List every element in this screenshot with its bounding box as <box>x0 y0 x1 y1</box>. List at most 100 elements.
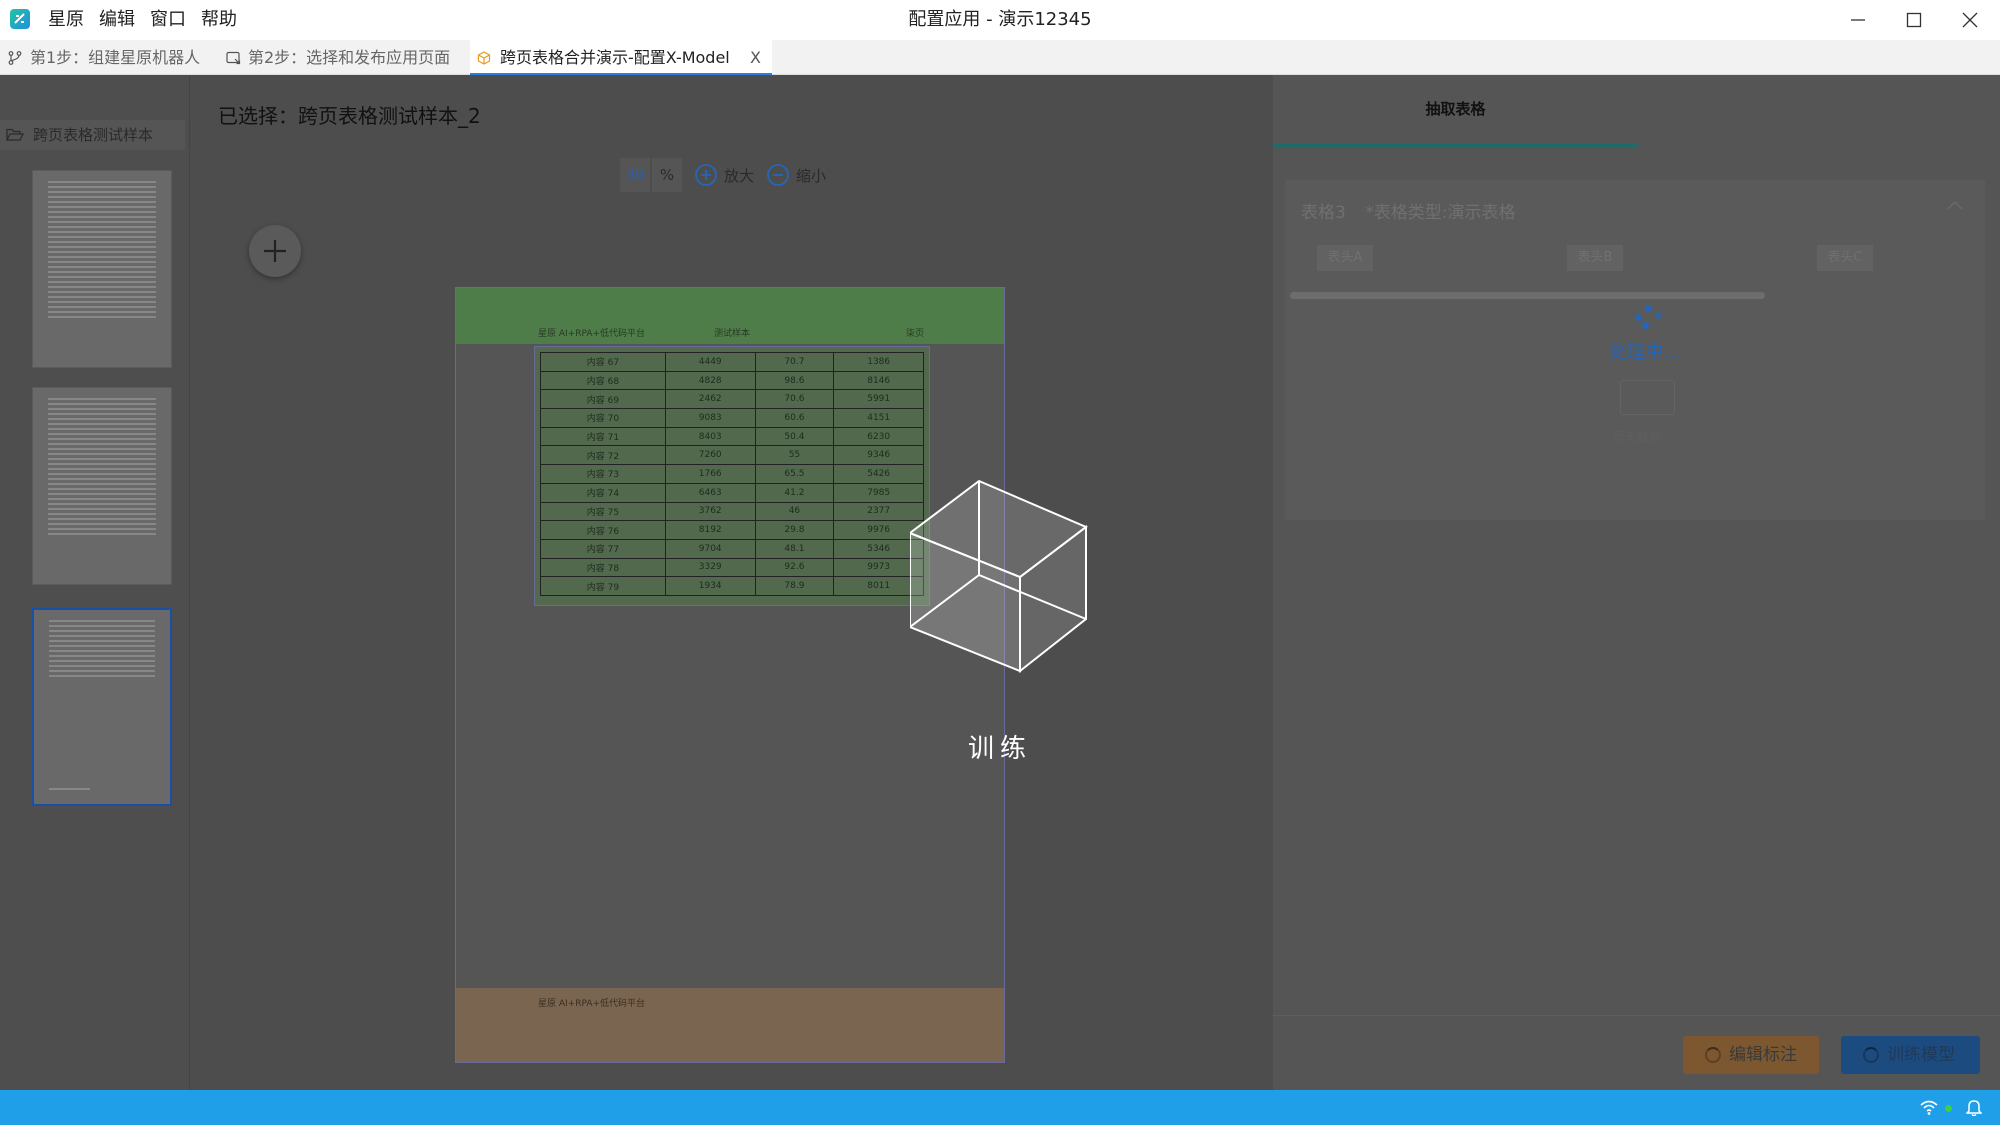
zoom-in-label: 放大 <box>724 166 755 185</box>
status-bar <box>0 1090 2000 1125</box>
bell-icon[interactable] <box>1966 1098 1982 1116</box>
table-cell: 7260 <box>664 445 756 466</box>
training-cube-icon <box>910 479 1088 674</box>
page-thumbnail-selected[interactable] <box>32 608 172 806</box>
table-cell: 41.2 <box>754 482 835 503</box>
table-cell: 内容 75 <box>540 501 666 522</box>
table-cell: 内容 73 <box>540 464 666 484</box>
app-logo-icon <box>10 9 30 29</box>
action-bar: 编辑标注 训练模型 <box>1273 1015 2000 1090</box>
table-cell: 65.5 <box>754 464 835 484</box>
tab-xmodel-config[interactable]: 跨页表格合并演示-配置X-Model X <box>470 40 772 75</box>
table-row: 内容 77 9704 48.1 5346 <box>540 538 924 559</box>
training-overlay-text: 训练 <box>967 734 1032 764</box>
table-row: 内容 75 3762 46 2377 <box>540 501 924 522</box>
table-row: 内容 76 8192 29.8 9976 <box>540 520 924 540</box>
card-title-name: 表格3 <box>1301 203 1346 223</box>
data-table: 内容 67 4449 70.7 1386 内容 68 4828 98.6 8146 内容 69 2… <box>540 352 924 596</box>
table-cell: 4151 <box>833 408 924 428</box>
tab-label: 第1步：组建星原机器人 <box>30 48 201 67</box>
table-cell: 内容 74 <box>540 482 666 503</box>
tab-label: 跨页表格合并演示-配置X-Model <box>500 48 730 67</box>
zoom-out-button[interactable]: 缩小 <box>766 158 826 192</box>
cube-icon <box>477 51 491 65</box>
table-row: 内容 72 7260 55 9346 <box>540 445 924 466</box>
table-row: 内容 78 3329 92.6 9973 <box>540 557 924 578</box>
table-cell: 29.8 <box>754 520 835 540</box>
column-header: 表头A <box>1317 245 1373 271</box>
button-spinner-icon <box>1863 1047 1879 1063</box>
empty-data-icon <box>1620 380 1675 415</box>
edit-annotation-label: 编辑标注 <box>1729 1045 1797 1065</box>
horizontal-scrollbar[interactable] <box>1290 292 1765 299</box>
footer-left-text: 星原 AI+RPA+低代码平台 <box>538 999 646 1009</box>
window-title: 配置应用 - 演示12345 <box>908 9 1092 30</box>
close-icon <box>1962 12 1978 28</box>
card-title: 表格3 *表格类型:演示表格 <box>1301 198 1515 223</box>
table-cell: 48.1 <box>754 538 835 559</box>
edit-annotation-button[interactable]: 编辑标注 <box>1683 1036 1819 1074</box>
table-row: 内容 70 9083 60.6 4151 <box>540 408 924 428</box>
table-row: 内容 67 4449 70.7 1386 <box>540 352 924 372</box>
table-cell: 内容 70 <box>540 408 666 428</box>
menu-item-edit[interactable]: 编辑 <box>99 0 135 40</box>
menu-item-window[interactable]: 窗口 <box>150 0 186 40</box>
table-cell: 内容 68 <box>540 370 666 391</box>
tab-step1[interactable]: 第1步：组建星原机器人 <box>8 40 218 75</box>
table-cell: 9083 <box>664 408 756 428</box>
table-region[interactable]: 内容 67 4449 70.7 1386 内容 68 4828 98.6 8146 内容 69 2… <box>534 346 930 606</box>
table-cell: 70.6 <box>754 389 835 410</box>
page-header-region[interactable]: 星原 AI+RPA+低代码平台 测试样本 柒页 <box>456 288 1004 344</box>
table-cell: 8192 <box>664 520 756 540</box>
zoom-toolbar: 30 % 放大 缩小 <box>620 158 826 192</box>
zoom-in-button[interactable]: 放大 <box>694 158 754 192</box>
empty-data-text: 暂无数据 <box>1613 430 1662 444</box>
plus-icon <box>264 240 286 262</box>
table-row: 内容 69 2462 70.6 5991 <box>540 389 924 410</box>
table-cell: 2462 <box>664 389 756 410</box>
table-cell: 78.9 <box>754 576 835 596</box>
selected-file-label: 已选择：跨页表格测试样本_2 <box>218 104 481 128</box>
table-cell: 6463 <box>664 482 756 503</box>
tab-extract-table[interactable]: 抽取表格 <box>1273 75 1638 147</box>
wifi-icon <box>1920 1100 1938 1115</box>
zoom-unit: % <box>652 158 682 192</box>
minimize-button[interactable] <box>1830 0 1886 40</box>
zoom-value[interactable]: 30 <box>620 158 650 192</box>
table-cell: 内容 67 <box>540 352 666 372</box>
page-footer-region[interactable]: 星原 AI+RPA+低代码平台 <box>456 988 1004 1062</box>
add-region-button[interactable] <box>249 225 301 277</box>
tab-close-icon[interactable]: X <box>750 40 761 75</box>
table-cell: 46 <box>754 501 835 522</box>
table-card: 表格3 *表格类型:演示表格 表头A 表头B 表头C 处理中... 暂无数据 <box>1285 180 1985 520</box>
menu-bar: 星原 编辑 窗口 帮助 <box>48 0 252 40</box>
table-cell: 55 <box>754 445 835 466</box>
table-row: 内容 73 1766 65.5 5426 <box>540 464 924 484</box>
table-cell: 3329 <box>664 557 756 578</box>
page-thumbnail[interactable] <box>32 387 172 585</box>
table-cell: 内容 69 <box>540 389 666 410</box>
close-window-button[interactable] <box>1942 0 1998 40</box>
table-cell: 8146 <box>833 370 924 391</box>
menu-item-xingyuan[interactable]: 星原 <box>48 0 84 40</box>
document-page[interactable]: 星原 AI+RPA+低代码平台 测试样本 柒页 内容 67 4449 70.7 138… <box>455 287 1005 1063</box>
maximize-button[interactable] <box>1886 0 1942 40</box>
chevron-up-icon[interactable] <box>1947 200 1963 210</box>
table-cell: 1766 <box>664 464 756 484</box>
zoom-out-label: 缩小 <box>796 166 827 185</box>
table-cell: 3762 <box>664 501 756 522</box>
table-cell: 9704 <box>664 538 756 559</box>
table-cell: 4828 <box>664 370 756 391</box>
tab-step2[interactable]: 第2步：选择和发布应用页面 <box>226 40 466 75</box>
table-cell: 6230 <box>833 426 924 447</box>
table-cell: 内容 71 <box>540 426 666 447</box>
sample-folder[interactable]: 跨页表格测试样本 <box>0 120 185 150</box>
menu-item-help[interactable]: 帮助 <box>201 0 237 40</box>
card-table-type: *表格类型:演示表格 <box>1365 203 1516 223</box>
page-thumbnail[interactable] <box>32 170 172 368</box>
minimize-icon <box>1851 19 1865 21</box>
header-right-text: 柒页 <box>906 329 925 339</box>
connection-status-dot <box>1945 1105 1952 1112</box>
table-cell: 5991 <box>833 389 924 410</box>
train-model-button[interactable]: 训练模型 <box>1841 1036 1980 1074</box>
